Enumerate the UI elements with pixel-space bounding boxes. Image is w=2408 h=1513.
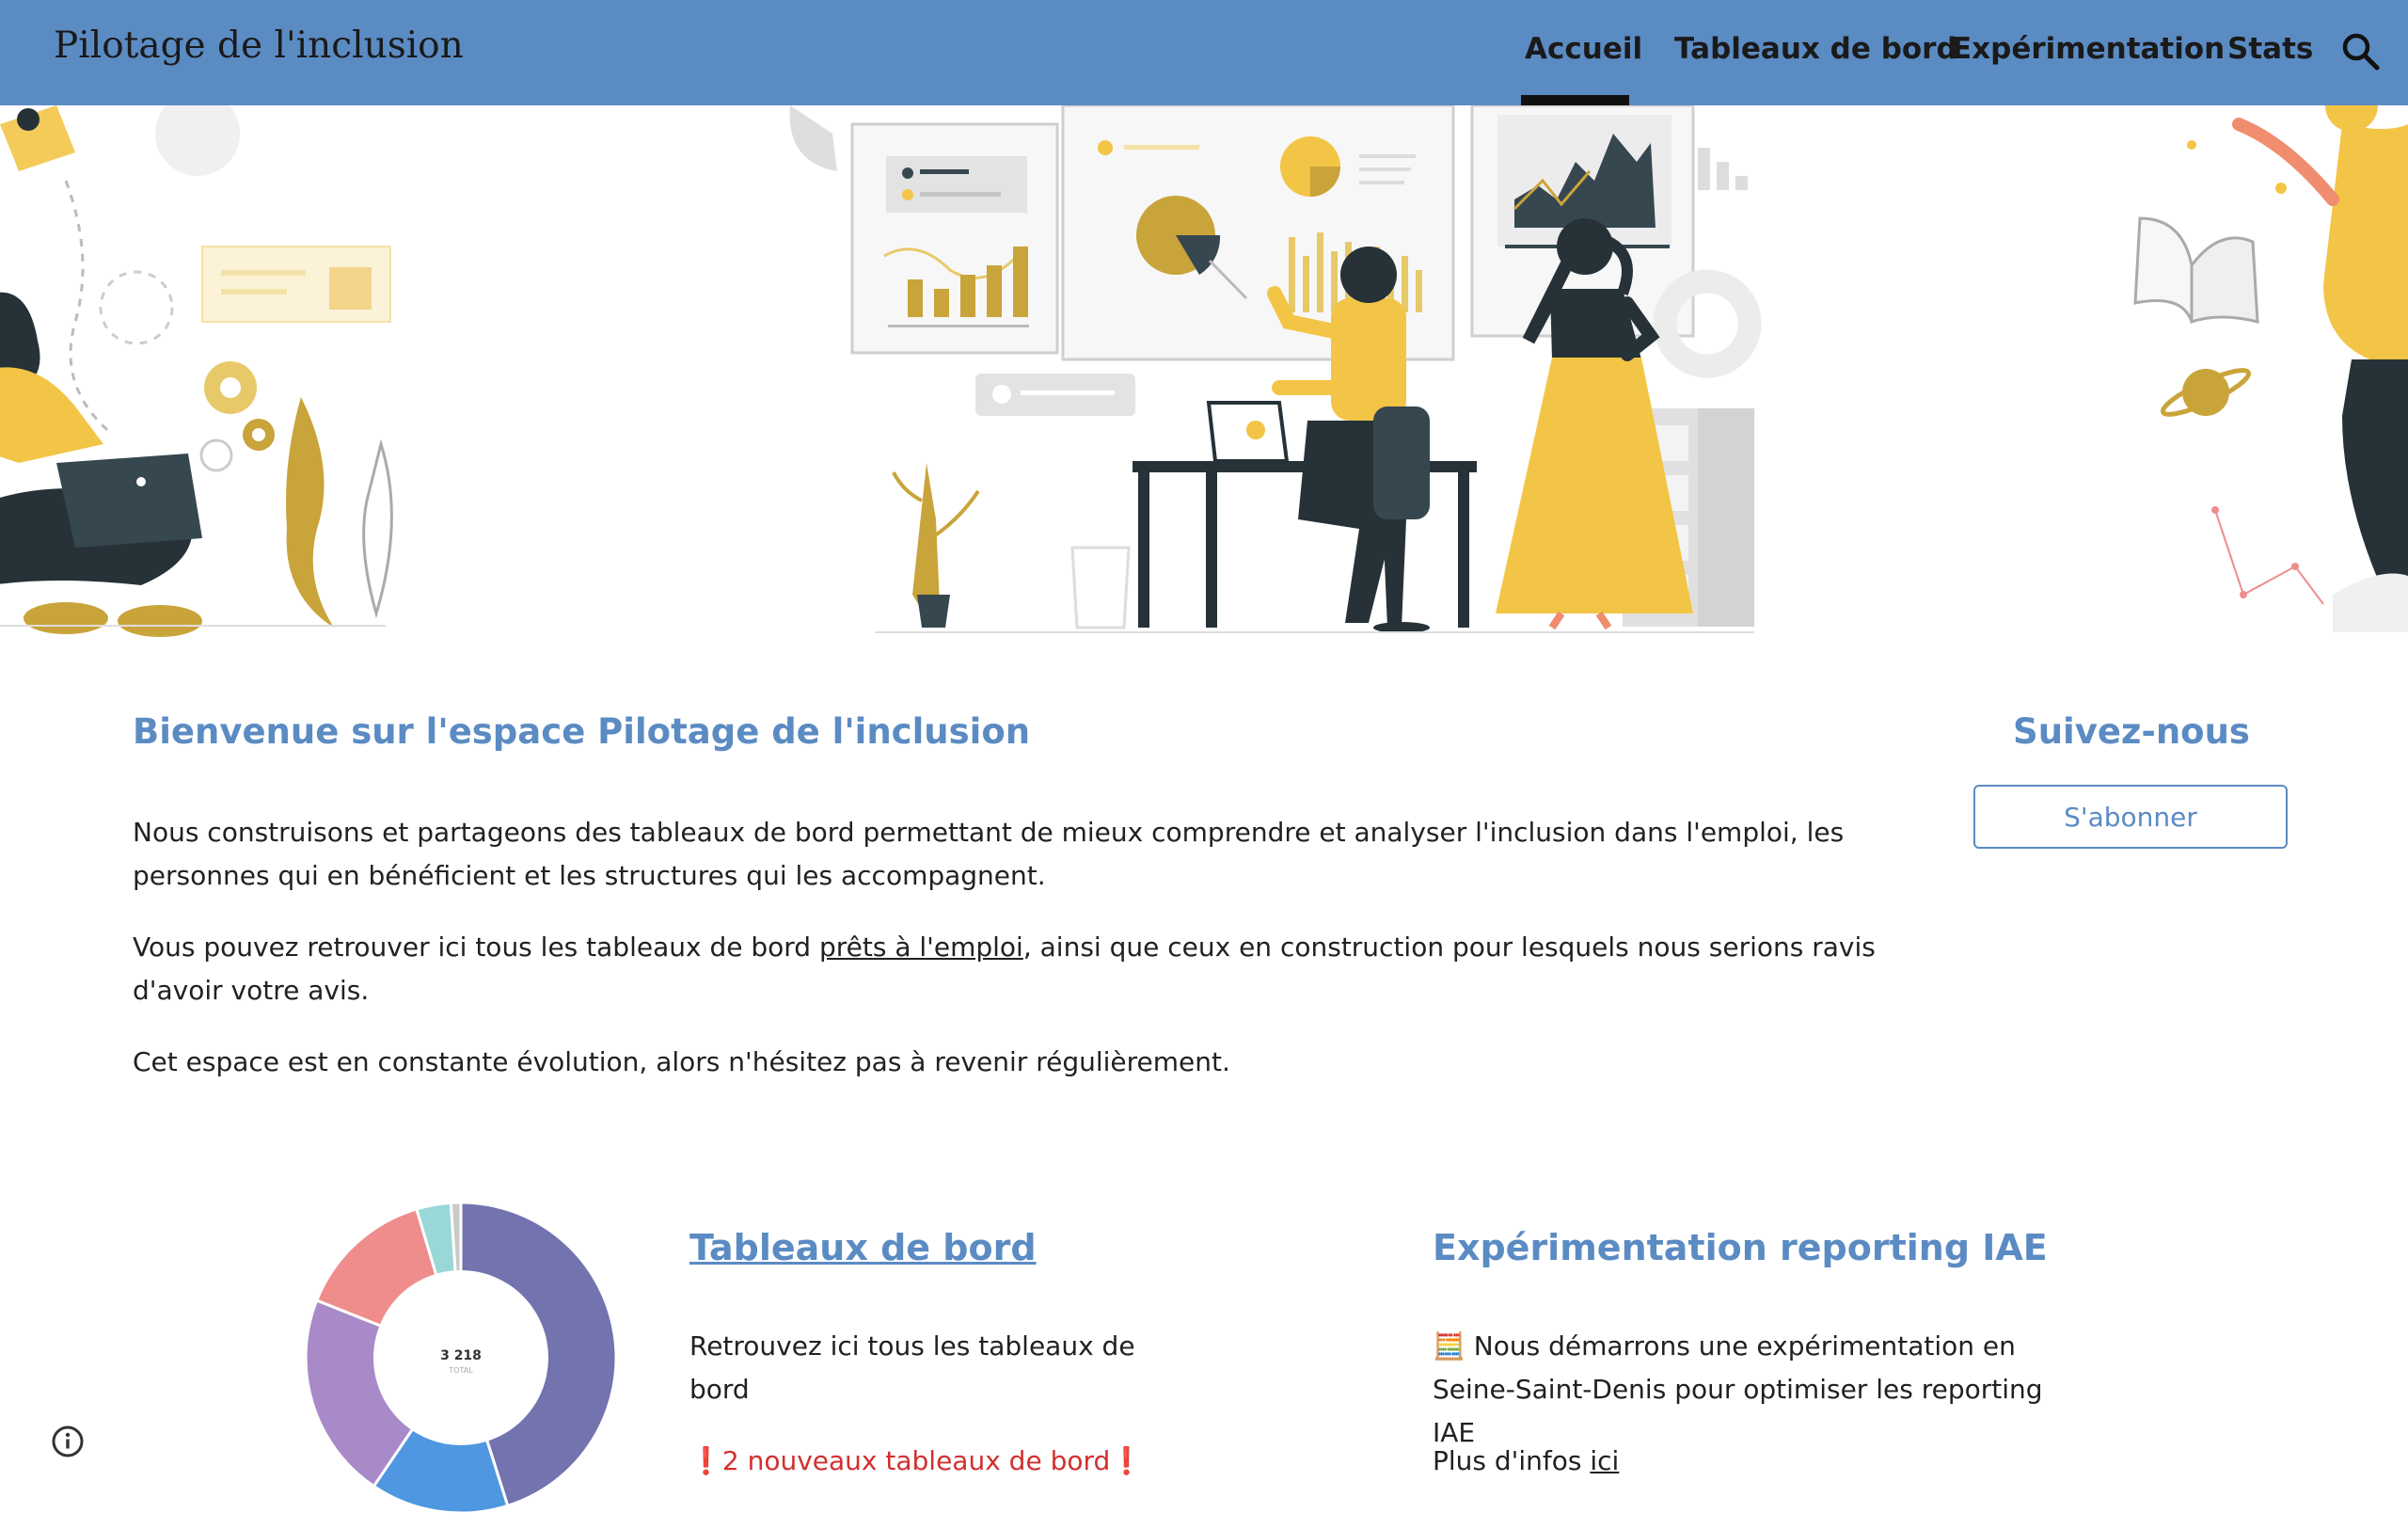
hero-illustration <box>0 105 2408 642</box>
site-info-button[interactable] <box>49 1423 87 1460</box>
more-info-label: Plus d'infos <box>1433 1445 1591 1476</box>
center-scene <box>789 105 1762 633</box>
nav-accueil[interactable]: Accueil <box>1525 32 1642 66</box>
search-button[interactable] <box>2337 28 2384 75</box>
site-title[interactable]: Pilotage de l'inclusion <box>54 24 464 67</box>
experiment-card-text: 🧮 Nous démarrons une expérimentation en … <box>1433 1330 2043 1448</box>
subscribe-button[interactable]: S'abonner <box>1973 785 2288 849</box>
experiment-more-info: Plus d'infos ici <box>1433 1440 1619 1483</box>
nav-tableaux-de-bord[interactable]: Tableaux de bord <box>1674 32 1957 66</box>
nav-experimentation[interactable]: Expérimentation <box>1952 32 2225 66</box>
intro-paragraph: Nous construisons et partageons des tabl… <box>133 817 1845 891</box>
active-tab-indicator <box>1521 95 1629 105</box>
search-icon <box>2342 33 2380 71</box>
right-scene <box>2133 105 2408 632</box>
dashboards-donut-chart[interactable]: 3 218 TOTAL <box>306 1202 616 1513</box>
nav-stats[interactable]: Stats <box>2227 32 2313 66</box>
analytics-team-illustration <box>0 105 2408 637</box>
dashboards-paragraph: Vous pouvez retrouver ici tous les table… <box>133 926 1910 1012</box>
paragraph-text-before-link: Vous pouvez retrouver ici tous les table… <box>133 932 819 963</box>
info-icon <box>52 1425 84 1457</box>
more-info-link[interactable]: ici <box>1590 1445 1619 1476</box>
follow-us-heading: Suivez-nous <box>2013 711 2250 752</box>
ready-dashboards-link[interactable]: prêts à l'emploi <box>819 932 1023 963</box>
donut-total-label: TOTAL <box>448 1366 473 1375</box>
welcome-heading: Bienvenue sur l'espace Pilotage de l'inc… <box>133 711 1031 752</box>
dashboards-card-title[interactable]: Tableaux de bord <box>689 1227 1037 1268</box>
experiment-card-title: Expérimentation reporting IAE <box>1433 1227 2048 1268</box>
dashboards-card-text: Retrouvez ici tous les tableaux de bord <box>689 1330 1135 1405</box>
evolution-paragraph: Cet espace est en constante évolution, a… <box>133 1046 1230 1077</box>
new-dashboards-alert: ❗2 nouveaux tableaux de bord❗ <box>689 1445 1144 1476</box>
top-navigation-bar: Pilotage de l'inclusion Accueil Tableaux… <box>0 0 2408 105</box>
left-scene <box>0 105 393 637</box>
donut-total-value: 3 218 <box>440 1348 482 1363</box>
